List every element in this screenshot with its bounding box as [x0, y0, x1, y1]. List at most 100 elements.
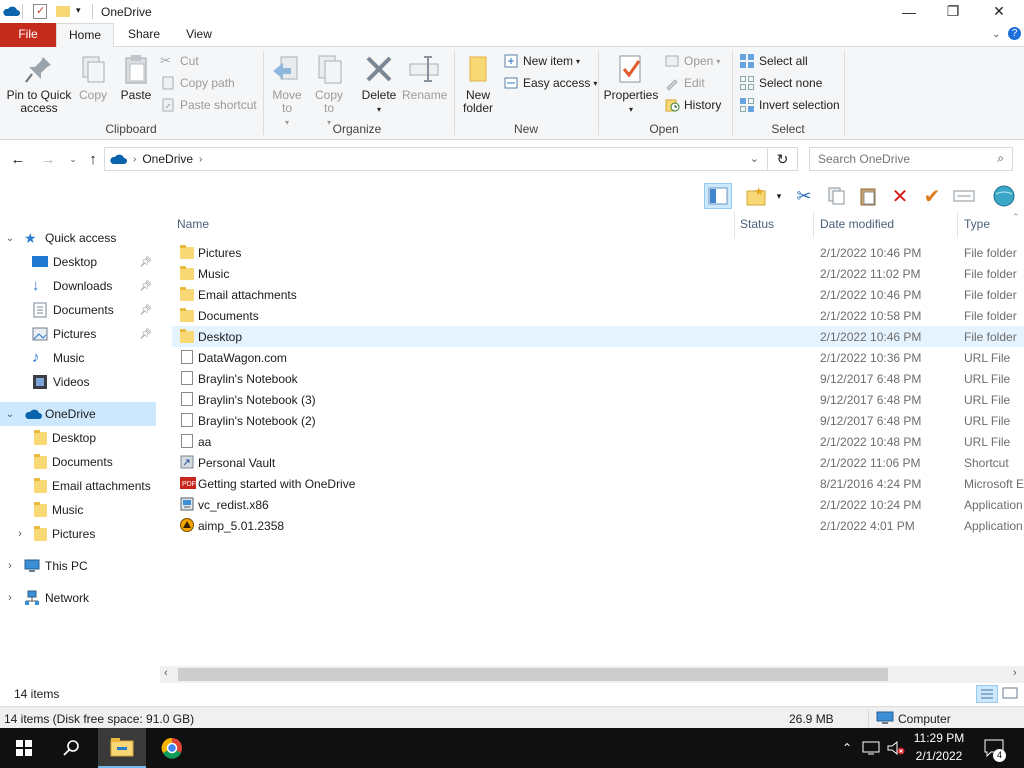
- chevron-down-icon[interactable]: ⌄: [4, 233, 16, 244]
- nav-od-documents[interactable]: Documents: [0, 450, 156, 474]
- scroll-left-arrow-icon[interactable]: ‹: [164, 667, 168, 679]
- start-windows-icon[interactable]: [0, 728, 48, 768]
- chevron-right-icon[interactable]: ›: [4, 560, 16, 572]
- clock-time[interactable]: 11:29 PM: [910, 731, 968, 745]
- help-icon[interactable]: ?: [1008, 27, 1021, 40]
- file-row[interactable]: PDF Getting started with OneDrive 8/21/201…: [172, 473, 1024, 494]
- invert-selection-button[interactable]: Invert selection: [739, 95, 840, 115]
- pin-to-quick-access-button[interactable]: Pin to Quick access: [4, 53, 74, 115]
- toolbar-dropdown-chevron-icon[interactable]: ▾: [772, 183, 786, 209]
- show-hidden-icons-chevron-icon[interactable]: ⌃: [838, 728, 856, 768]
- clock-date[interactable]: 2/1/2022: [910, 749, 968, 763]
- breadcrumb-onedrive[interactable]: OneDrive: [142, 152, 193, 166]
- chrome-icon[interactable]: [148, 728, 196, 768]
- easy-access-button[interactable]: Easy access ▾: [503, 73, 597, 93]
- globe-icon[interactable]: [990, 183, 1018, 209]
- copy-to-button[interactable]: Copy to ▾: [310, 53, 348, 129]
- file-row[interactable]: aa 2/1/2022 10:48 PM URL File: [172, 431, 1024, 452]
- file-row[interactable]: Pictures 2/1/2022 10:46 PM File folder: [172, 242, 1024, 263]
- maximize-button[interactable]: ❐: [930, 0, 976, 23]
- file-row[interactable]: Documents 2/1/2022 10:58 PM File folder: [172, 305, 1024, 326]
- tab-view[interactable]: View: [174, 23, 224, 47]
- minimize-button[interactable]: —: [886, 0, 932, 23]
- nav-qa-music[interactable]: ♪ Music: [0, 346, 156, 370]
- volume-muted-icon[interactable]: [884, 728, 908, 768]
- recent-locations-chevron-icon[interactable]: ⌄: [62, 148, 84, 170]
- paste-toolbar-icon[interactable]: [854, 183, 882, 209]
- properties-check-icon[interactable]: ✔: [918, 183, 946, 209]
- column-header-date-modified[interactable]: Date modified: [814, 212, 958, 238]
- move-to-button[interactable]: Move to ▾: [268, 53, 306, 129]
- quick-access-toolbar-dropdown-icon[interactable]: ▾: [76, 5, 81, 16]
- copy-button[interactable]: Copy: [74, 53, 112, 102]
- nav-qa-downloads[interactable]: ↓ Downloads 📌︎: [0, 274, 156, 298]
- nav-od-pictures[interactable]: › Pictures: [0, 522, 156, 546]
- select-none-button[interactable]: Select none: [739, 73, 822, 93]
- file-row[interactable]: Personal Vault 2/1/2022 11:06 PM Shortcut: [172, 452, 1024, 473]
- large-icons-view-icon[interactable]: [1000, 685, 1022, 703]
- new-folder-toolbar-icon[interactable]: [743, 183, 771, 209]
- column-header-name[interactable]: Name: [171, 212, 735, 238]
- nav-qa-pictures[interactable]: Pictures 📌︎: [0, 322, 156, 346]
- column-header-type[interactable]: Type: [958, 212, 1020, 238]
- refresh-button[interactable]: ↻: [768, 147, 798, 171]
- tab-file[interactable]: File: [0, 23, 56, 47]
- file-row[interactable]: aimp_5.01.2358 2/1/2022 4:01 PM Applicatio…: [172, 515, 1024, 536]
- search-icon[interactable]: ⌕: [997, 151, 1004, 166]
- nav-qa-videos[interactable]: Videos: [0, 370, 156, 394]
- nav-qa-documents[interactable]: Documents 📌︎: [0, 298, 156, 322]
- file-row[interactable]: Email attachments 2/1/2022 10:46 PM File f…: [172, 284, 1024, 305]
- nav-od-music[interactable]: Music: [0, 498, 156, 522]
- properties-button[interactable]: Properties ▾: [602, 53, 660, 116]
- new-folder-quick-icon[interactable]: [56, 6, 70, 17]
- navigation-pane-toggle-icon[interactable]: [704, 183, 732, 209]
- copy-toolbar-icon[interactable]: [822, 183, 850, 209]
- rename-button[interactable]: Rename: [402, 53, 447, 102]
- new-folder-button[interactable]: New folder: [458, 53, 498, 115]
- tab-share[interactable]: Share: [116, 23, 172, 47]
- horizontal-scrollbar-thumb[interactable]: [178, 668, 888, 681]
- select-all-button[interactable]: Select all: [739, 51, 808, 71]
- open-button[interactable]: Open ▾: [664, 51, 720, 71]
- nav-this-pc[interactable]: › This PC: [0, 554, 156, 578]
- back-arrow-icon[interactable]: ←: [7, 148, 29, 170]
- breadcrumb-separator-icon[interactable]: ›: [199, 154, 202, 165]
- file-row[interactable]: Desktop 2/1/2022 10:46 PM File folder: [172, 326, 1024, 347]
- up-arrow-icon[interactable]: ↑: [82, 148, 104, 170]
- delete-x-icon[interactable]: ✕: [886, 183, 914, 209]
- chevron-down-icon[interactable]: ⌄: [4, 409, 16, 420]
- address-bar[interactable]: › OneDrive › ⌄: [104, 147, 768, 171]
- file-row[interactable]: Braylin's Notebook (3) 9/12/2017 6:48 PM U…: [172, 389, 1024, 410]
- file-row[interactable]: DataWagon.com 2/1/2022 10:36 PM URL File: [172, 347, 1024, 368]
- chevron-right-icon[interactable]: ›: [4, 592, 16, 604]
- cut-button[interactable]: ✂ Cut: [160, 51, 199, 71]
- close-button[interactable]: ✕: [976, 0, 1022, 23]
- nav-od-email-attachments[interactable]: Email attachments: [0, 474, 156, 498]
- search-input[interactable]: [810, 148, 980, 170]
- history-button[interactable]: History: [664, 95, 721, 115]
- file-row[interactable]: vc_redist.x86 2/1/2022 10:24 PM Applicatio…: [172, 494, 1024, 515]
- file-explorer-taskbar-icon[interactable]: [98, 728, 146, 768]
- properties-quick-icon[interactable]: ✓: [33, 4, 47, 19]
- paste-button[interactable]: Paste: [116, 53, 156, 102]
- nav-qa-desktop[interactable]: Desktop 📌︎: [0, 250, 156, 274]
- file-row[interactable]: Braylin's Notebook 9/12/2017 6:48 PM URL F…: [172, 368, 1024, 389]
- forward-arrow-icon[interactable]: →: [37, 148, 59, 170]
- tab-home[interactable]: Home: [56, 23, 114, 48]
- search-box[interactable]: ⌕: [809, 147, 1013, 171]
- column-header-status[interactable]: Status: [734, 212, 814, 238]
- chevron-right-icon[interactable]: ›: [14, 528, 26, 540]
- nav-onedrive[interactable]: ⌄ OneDrive: [0, 402, 156, 426]
- address-dropdown-chevron-icon[interactable]: ⌄: [750, 152, 759, 165]
- search-icon[interactable]: [48, 728, 96, 768]
- nav-network[interactable]: › Network: [0, 586, 156, 610]
- file-row[interactable]: Music 2/1/2022 11:02 PM File folder: [172, 263, 1024, 284]
- nav-quick-access[interactable]: ⌄ ★ Quick access: [0, 226, 156, 250]
- notifications-icon[interactable]: [978, 728, 1010, 768]
- scroll-up-chevron-icon[interactable]: ⌃: [1012, 212, 1020, 223]
- copy-path-button[interactable]: Copy path: [160, 73, 235, 93]
- ribbon-collapse-chevron-icon[interactable]: ⌄: [992, 29, 1000, 40]
- cut-scissors-icon[interactable]: ✂: [790, 183, 818, 209]
- nav-od-desktop[interactable]: Desktop: [0, 426, 156, 450]
- file-row[interactable]: Braylin's Notebook (2) 9/12/2017 6:48 PM U…: [172, 410, 1024, 431]
